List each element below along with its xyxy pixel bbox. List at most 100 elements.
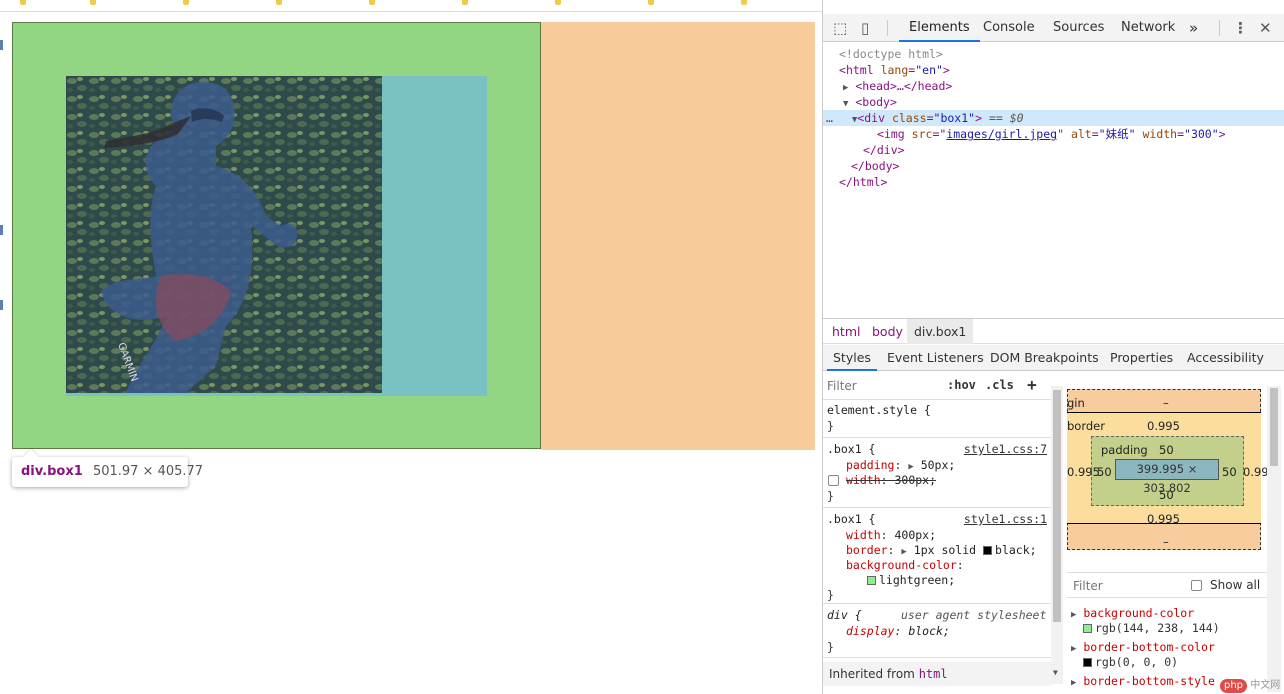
breadcrumb-div-box1[interactable]: div.box1 bbox=[907, 319, 974, 344]
dom-node-body-close[interactable]: </body> bbox=[823, 158, 1284, 174]
ellipsis-icon[interactable]: … bbox=[823, 111, 833, 125]
site-watermark: php 中文网 bbox=[1220, 676, 1280, 693]
more-tabs-icon[interactable]: » bbox=[1179, 14, 1208, 42]
expand-triangle-icon[interactable]: ▶ bbox=[901, 547, 906, 557]
tab-accessibility[interactable]: Accessibility bbox=[1181, 345, 1270, 371]
dom-node-div-box1[interactable]: … ▼<div class="box1"> == $0 bbox=[823, 110, 1284, 126]
expand-triangle-icon[interactable]: ▶ bbox=[823, 83, 848, 93]
class-attr: class bbox=[891, 111, 927, 125]
padding-declaration[interactable]: padding: ▶ 50px; bbox=[846, 458, 955, 473]
tab-event-listeners[interactable]: Event Listeners bbox=[881, 345, 990, 371]
tab-network[interactable]: Network bbox=[1111, 14, 1185, 42]
width-attr: width bbox=[1142, 127, 1178, 141]
padding-right-value[interactable]: 50 bbox=[1222, 465, 1237, 479]
prop-name: background-color bbox=[846, 558, 957, 572]
tab-sources[interactable]: Sources bbox=[1043, 14, 1114, 42]
border-bottom-value[interactable]: 0.995 bbox=[1147, 512, 1180, 526]
image-src-link[interactable]: images/girl.jpeg bbox=[946, 127, 1057, 141]
tab-properties[interactable]: Properties bbox=[1104, 345, 1179, 371]
scroll-down-icon[interactable]: ▼ bbox=[1053, 668, 1058, 677]
rule-selector[interactable]: .box1 { bbox=[827, 442, 875, 457]
box-model-content[interactable]: 399.995 × 303.802 bbox=[1115, 459, 1219, 495]
div-close-text: </div> bbox=[863, 143, 905, 157]
toolbar-divider bbox=[1219, 20, 1220, 36]
source-link[interactable]: style1.css:1 bbox=[964, 512, 1047, 527]
color-swatch[interactable] bbox=[867, 576, 876, 585]
rule-selector[interactable]: .box1 { bbox=[827, 512, 875, 527]
show-all-label: Show all bbox=[1210, 578, 1261, 592]
scrollbar-thumb[interactable] bbox=[1053, 390, 1061, 622]
width-declaration-overridden[interactable]: width: 300px; bbox=[846, 473, 936, 488]
bookmark-icon[interactable] bbox=[90, 0, 96, 5]
bookmark-icon[interactable] bbox=[20, 0, 26, 5]
dom-node-img[interactable]: <img src="images/girl.jpeg" alt="妹纸" wid… bbox=[823, 126, 1284, 142]
bookmark-icon[interactable] bbox=[276, 0, 282, 5]
dom-node-html[interactable]: <html lang="en"> bbox=[823, 62, 1284, 78]
new-rule-button[interactable]: + bbox=[1027, 375, 1037, 394]
border-declaration[interactable]: border: ▶ 1px solid black; bbox=[846, 543, 1037, 558]
bookmark-icon[interactable] bbox=[741, 0, 747, 5]
tab-dom-breakpoints[interactable]: DOM Breakpoints bbox=[984, 345, 1105, 371]
bookmark-icon[interactable] bbox=[369, 0, 375, 5]
dom-node-doctype[interactable]: <!doctype html> bbox=[823, 46, 1284, 62]
padding-left-value[interactable]: 50 bbox=[1097, 465, 1112, 479]
width-declaration[interactable]: width: 400px; bbox=[846, 528, 936, 543]
computed-scrollbar[interactable] bbox=[1267, 386, 1281, 692]
bookmark-icon[interactable] bbox=[183, 0, 189, 5]
property-checkbox[interactable] bbox=[828, 475, 839, 486]
head-text: <head>…</head> bbox=[855, 79, 953, 93]
rule-selector: div { bbox=[827, 608, 862, 622]
color-swatch[interactable] bbox=[1083, 658, 1092, 667]
border-left-value[interactable]: 0.995 bbox=[1067, 465, 1100, 479]
hover-state-button[interactable]: :hov bbox=[947, 378, 976, 392]
prop-value-color: black; bbox=[995, 543, 1037, 557]
element-style-selector[interactable]: element.style { bbox=[827, 403, 931, 418]
border-label: border bbox=[1067, 419, 1105, 433]
color-swatch[interactable] bbox=[983, 546, 993, 555]
collapse-triangle-icon[interactable]: ▼ bbox=[840, 115, 857, 125]
device-toolbar-icon[interactable]: ▯ bbox=[861, 18, 869, 38]
div-ua-rule: div { user agent stylesheet display: blo… bbox=[823, 604, 1051, 658]
styles-filter-input[interactable] bbox=[827, 376, 935, 396]
dom-node-html-close[interactable]: </html> bbox=[823, 174, 1284, 190]
tab-console[interactable]: Console bbox=[973, 14, 1045, 42]
border-top-value[interactable]: 0.995 bbox=[1147, 419, 1180, 433]
styles-pane: :hov .cls + element.style { } .box1 { st… bbox=[823, 372, 1063, 694]
dom-node-body[interactable]: ▼ <body> bbox=[823, 94, 1284, 110]
close-icon[interactable]: ✕ bbox=[1259, 18, 1272, 38]
breadcrumb-body[interactable]: body bbox=[865, 319, 910, 344]
computed-prop-row[interactable]: ▶ border-bottom-style bbox=[1071, 674, 1215, 691]
scrollbar-thumb[interactable] bbox=[1270, 388, 1278, 466]
tab-styles[interactable]: Styles bbox=[827, 345, 877, 371]
show-all-checkbox[interactable] bbox=[1191, 580, 1202, 591]
kebab-menu-icon[interactable]: ⋮ bbox=[1233, 18, 1248, 38]
breadcrumb-html[interactable]: html bbox=[825, 319, 867, 344]
girl-image[interactable]: GARMIN bbox=[66, 76, 382, 393]
expand-triangle-icon[interactable]: ▶ bbox=[908, 462, 913, 472]
dom-node-div-close[interactable]: </div> bbox=[823, 142, 1284, 158]
collapse-triangle-icon[interactable]: ▼ bbox=[823, 99, 848, 109]
user-agent-note: user agent stylesheet bbox=[901, 608, 1047, 622]
rule-close-brace: } bbox=[827, 640, 834, 654]
margin-bottom-value[interactable]: – bbox=[1163, 535, 1169, 549]
class-toggle-button[interactable]: .cls bbox=[985, 378, 1014, 392]
inspect-element-icon[interactable]: ⬚ bbox=[833, 18, 847, 38]
color-swatch[interactable] bbox=[1083, 624, 1092, 633]
padding-bottom-value[interactable]: 50 bbox=[1159, 488, 1174, 502]
background-color-value[interactable]: lightgreen; bbox=[867, 573, 955, 588]
styles-scrollbar[interactable] bbox=[1051, 386, 1063, 684]
margin-top-value[interactable]: – bbox=[1163, 396, 1169, 410]
bookmark-icon[interactable] bbox=[555, 0, 561, 5]
computed-filter-input[interactable] bbox=[1073, 576, 1173, 596]
dom-node-head[interactable]: ▶ <head>…</head> bbox=[823, 78, 1284, 94]
bookmark-icon[interactable] bbox=[462, 0, 468, 5]
padding-top-value[interactable]: 50 bbox=[1159, 443, 1174, 457]
inherited-tag-link[interactable]: html bbox=[919, 667, 948, 681]
prop-name: width bbox=[846, 473, 881, 487]
background-color-declaration[interactable]: background-color: bbox=[846, 558, 964, 573]
bookmark-icon[interactable] bbox=[648, 0, 654, 5]
source-link[interactable]: style1.css:7 bbox=[964, 442, 1047, 457]
tooltip-selector: div.box1 bbox=[21, 464, 83, 479]
border-right-value[interactable]: 0.99 bbox=[1243, 465, 1269, 479]
tab-elements[interactable]: Elements bbox=[899, 14, 980, 42]
